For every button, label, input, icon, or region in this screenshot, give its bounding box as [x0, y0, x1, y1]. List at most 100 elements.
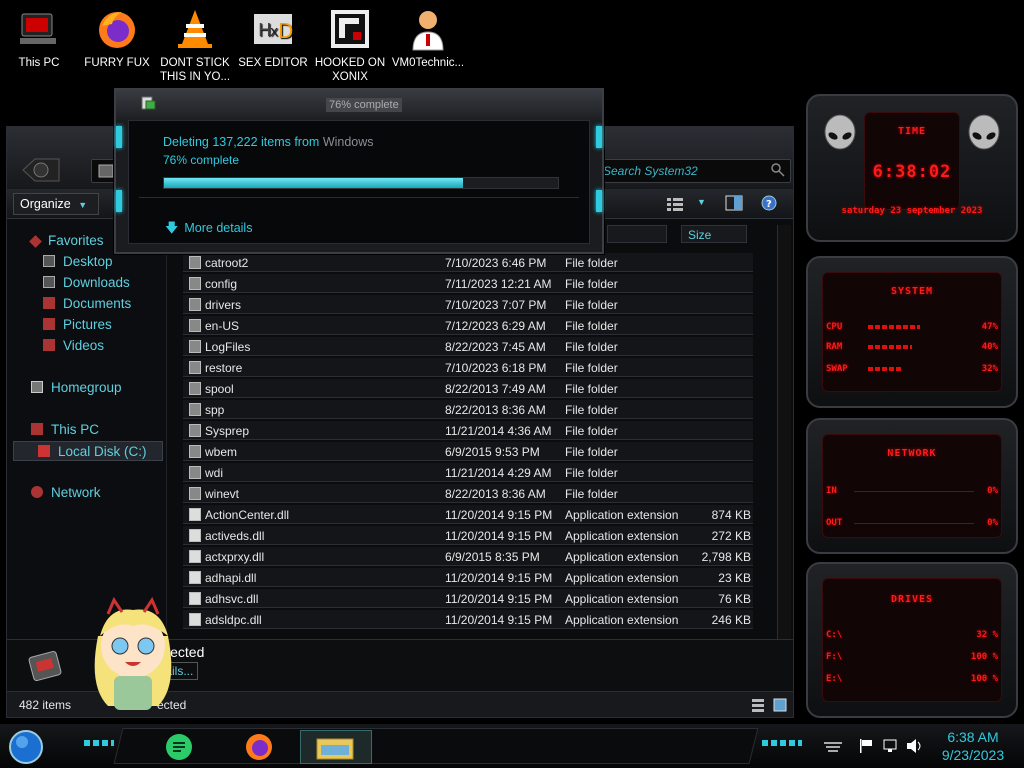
file-row[interactable]: adhapi.dll 11/20/2014 9:15 PM Application … — [183, 568, 753, 587]
desktop-icon-label: DONT STICK THIS IN YO... — [159, 57, 231, 83]
file-row[interactable]: wbem 6/9/2015 9:53 PM File folder — [183, 442, 753, 461]
details-view-icon[interactable] — [751, 698, 765, 712]
file-row[interactable]: catroot2 7/10/2023 6:46 PM File folder — [183, 253, 753, 272]
volume-icon[interactable] — [906, 738, 924, 754]
nav-homegroup[interactable]: Homegroup — [31, 380, 122, 395]
file-row[interactable]: drivers 7/10/2023 7:07 PM File folder — [183, 295, 753, 314]
column-header-size[interactable]: Size — [681, 225, 747, 243]
file-date: 11/20/2014 9:15 PM — [445, 571, 553, 585]
desktop-icon-label: HOOKED ON XONIX — [314, 57, 386, 83]
file-row[interactable]: restore 7/10/2023 6:18 PM File folder — [183, 358, 753, 377]
view-dropdown-icon[interactable]: ▼ — [697, 197, 706, 207]
search-icon[interactable] — [771, 163, 785, 177]
file-date: 11/20/2014 9:15 PM — [445, 529, 553, 543]
computer-icon — [31, 423, 43, 435]
folder-icon — [189, 487, 201, 500]
drives-gadget-title: DRIVES — [890, 594, 934, 605]
nav-favorites[interactable]: Favorites — [29, 233, 104, 248]
desktop-icon-label: FURRY FUX — [84, 57, 150, 69]
svg-text:D: D — [278, 19, 293, 43]
nav-local-disk[interactable]: Local Disk (C:) — [13, 441, 163, 461]
file-size: 76 KB — [718, 592, 751, 606]
vertical-scrollbar[interactable] — [777, 225, 791, 639]
documents-icon — [43, 297, 55, 309]
folder-icon — [189, 277, 201, 290]
desktop-icon-vm0technic[interactable]: VM0Technic... — [389, 6, 467, 70]
nav-pictures[interactable]: Pictures — [43, 317, 112, 332]
file-row[interactable]: spool 8/22/2013 7:49 AM File folder — [183, 379, 753, 398]
file-row[interactable]: adsldpc.dll 11/20/2014 9:15 PM Application… — [183, 610, 753, 629]
view-options-icon[interactable] — [667, 197, 683, 211]
file-name: spool — [205, 382, 234, 396]
file-date: 8/22/2023 7:45 AM — [445, 340, 546, 354]
folder-icon — [189, 403, 201, 416]
network-tray-icon[interactable] — [882, 738, 900, 754]
network-gadget-title: NETWORK — [887, 448, 937, 459]
homegroup-icon — [31, 381, 43, 393]
nav-downloads[interactable]: Downloads — [43, 275, 130, 290]
file-name: ActionCenter.dll — [205, 508, 290, 522]
desktop-icon-xonix[interactable]: HOOKED ON XONIX — [311, 6, 389, 84]
nav-videos[interactable]: Videos — [43, 338, 104, 353]
nav-desktop[interactable]: Desktop — [43, 254, 113, 269]
file-name: adhapi.dll — [205, 571, 257, 585]
delete-location: Windows — [322, 135, 374, 149]
action-center-flag-icon[interactable] — [858, 738, 874, 754]
file-row[interactable]: spp 8/22/2013 8:36 AM File folder — [183, 400, 753, 419]
desktop-icon-sex-editor[interactable]: HxD SEX EDITOR — [234, 6, 312, 70]
folder-icon — [189, 361, 201, 374]
help-icon[interactable]: ? — [761, 195, 777, 211]
large-icons-view-icon[interactable] — [773, 698, 787, 712]
file-row[interactable]: config 7/11/2023 12:21 AM File folder — [183, 274, 753, 293]
file-row[interactable]: winevt 8/22/2013 8:36 AM File folder — [183, 484, 753, 503]
delete-file-icon — [141, 96, 156, 110]
nav-documents[interactable]: Documents — [43, 296, 131, 311]
network-out-graph — [854, 523, 974, 524]
desktop-icon-vlc[interactable]: DONT STICK THIS IN YO... — [156, 6, 234, 84]
file-row[interactable]: en-US 7/12/2023 6:29 AM File folder — [183, 316, 753, 335]
firefox-icon[interactable] — [244, 732, 274, 762]
gadget-clock: 6:38:02 — [872, 162, 952, 182]
file-type: File folder — [565, 382, 618, 396]
xonix-game-icon — [331, 10, 369, 48]
file-type: File folder — [565, 487, 618, 501]
file-type: File folder — [565, 403, 618, 417]
organize-button[interactable]: Organize ▼ — [13, 193, 99, 215]
folder-icon — [189, 298, 201, 311]
taskbar-clock[interactable]: 6:38 AM 9/23/2023 — [930, 728, 1016, 764]
system-metric-label: SWAP — [826, 364, 848, 374]
nav-network[interactable]: Network — [31, 485, 101, 500]
pictures-icon — [43, 318, 55, 330]
organize-label: Organize — [20, 197, 71, 211]
computer-icon — [20, 13, 56, 44]
file-row[interactable]: adhsvc.dll 11/20/2014 9:15 PM Application … — [183, 589, 753, 608]
nav-this-pc[interactable]: This PC — [31, 422, 99, 437]
start-button-icon[interactable] — [6, 728, 46, 766]
network-icon — [31, 486, 43, 498]
file-row[interactable]: ActionCenter.dll 11/20/2014 9:15 PM Applic… — [183, 505, 753, 524]
desktop-icon-this-pc[interactable]: This PC — [0, 6, 78, 70]
folder-icon — [189, 319, 201, 332]
file-row[interactable]: actxprxy.dll 6/9/2015 8:35 PM Application … — [183, 547, 753, 566]
back-forward-icon[interactable] — [21, 157, 61, 183]
file-row[interactable]: wdi 11/21/2014 4:29 AM File folder — [183, 463, 753, 482]
file-row[interactable]: Sysprep 11/21/2014 4:36 AM File folder — [183, 421, 753, 440]
file-date: 7/11/2023 12:21 AM — [445, 277, 552, 291]
file-name: wbem — [205, 445, 238, 459]
system-gadget: SYSTEM CPU 47% RAM 40% SWAP 32% — [806, 256, 1018, 408]
more-details-button[interactable]: 🡇 More details — [165, 219, 252, 241]
file-row[interactable]: LogFiles 8/22/2023 7:45 AM File folder — [183, 337, 753, 356]
file-explorer-taskbar-button[interactable] — [300, 730, 372, 764]
file-type: File folder — [565, 298, 618, 312]
file-type: File folder — [565, 256, 618, 270]
show-hidden-icons-icon[interactable] — [822, 740, 844, 754]
desktop-icon-furry-fux[interactable]: FURRY FUX — [78, 6, 156, 70]
file-date: 6/9/2015 9:53 PM — [445, 445, 540, 459]
column-header-type[interactable] — [607, 225, 667, 243]
file-row[interactable]: activeds.dll 11/20/2014 9:15 PM Applicatio… — [183, 526, 753, 545]
search-input[interactable]: Search System32 — [597, 161, 789, 181]
notes-app-icon[interactable] — [164, 732, 194, 762]
preview-pane-icon[interactable] — [725, 195, 743, 211]
divider — [139, 197, 579, 198]
dll-file-icon — [189, 508, 201, 521]
